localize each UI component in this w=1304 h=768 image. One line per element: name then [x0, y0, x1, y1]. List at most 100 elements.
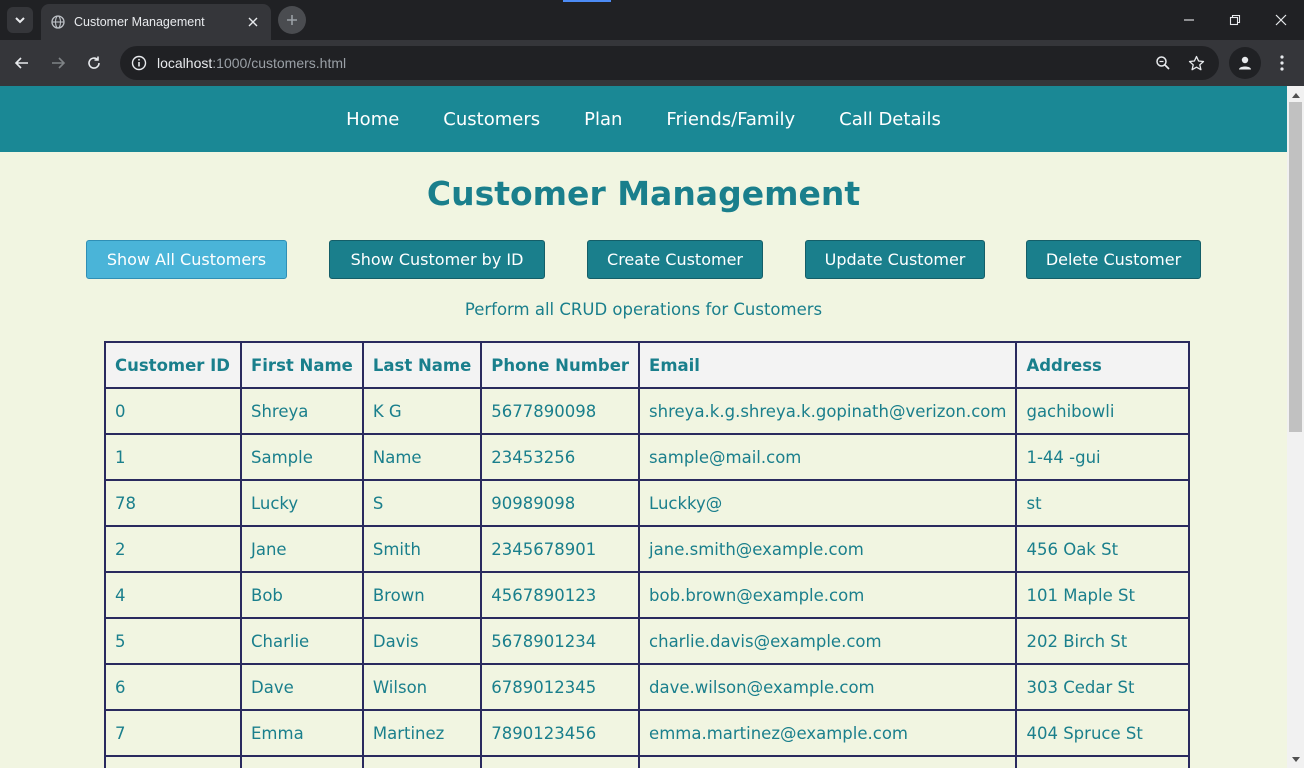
tab-strip: Customer Management: [0, 0, 1304, 40]
show-customer-by-id-button[interactable]: Show Customer by ID: [329, 240, 545, 279]
header-customer-id: Customer ID: [104, 341, 242, 389]
cell-phone-number: 90989098: [480, 479, 641, 527]
browser-menu-button[interactable]: [1268, 48, 1296, 78]
tab-title: Customer Management: [74, 15, 205, 29]
info-icon[interactable]: [122, 46, 156, 80]
more-vert-icon: [1280, 55, 1284, 71]
cell-last-name: Wilson: [361, 663, 483, 711]
table-row: 2 Jane Smith 2345678901 jane.smith@example.c…: [104, 525, 1191, 573]
reload-button[interactable]: [79, 48, 109, 78]
profile-button[interactable]: [1229, 47, 1261, 79]
cell-phone-number: 23453256: [480, 433, 641, 481]
create-customer-button[interactable]: Create Customer: [587, 240, 763, 279]
scrollbar-thumb[interactable]: [1289, 102, 1302, 432]
table-header-row: Customer ID First Name Last Name Phone N…: [104, 341, 1191, 389]
cell-customer-id: 78: [104, 479, 242, 527]
show-all-customers-button[interactable]: Show All Customers: [86, 240, 287, 279]
cell-email: bob.brown@example.com: [638, 571, 1018, 619]
url-host: localhost: [157, 55, 213, 71]
cell-address: 404 Spruce St: [1015, 709, 1191, 757]
cell-customer-id: 0: [104, 387, 242, 435]
cell-email: Luckky@: [638, 479, 1018, 527]
nav-home[interactable]: Home: [346, 109, 399, 130]
table-row: [104, 755, 1191, 768]
nav-friends-family[interactable]: Friends/Family: [666, 109, 795, 130]
browser-tab[interactable]: Customer Management: [41, 4, 271, 40]
chevron-down-icon: [15, 17, 25, 24]
close-icon[interactable]: [245, 14, 261, 30]
restore-icon: [1229, 14, 1241, 26]
table-row: 1 Sample Name 23453256 sample@mail.com 1-44 -…: [104, 433, 1191, 481]
arrow-left-icon: [14, 57, 28, 69]
globe-icon: [51, 15, 65, 29]
vertical-scrollbar[interactable]: [1287, 86, 1304, 768]
customers-table: Customer ID First Name Last Name Phone N…: [104, 341, 1191, 768]
cell-address: 202 Birch St: [1015, 617, 1191, 665]
cell-first-name: Charlie: [240, 617, 364, 665]
person-icon: [1239, 56, 1251, 70]
cell-customer-id: 4: [104, 571, 242, 619]
address-bar[interactable]: localhost:1000/customers.html: [120, 46, 1219, 80]
minimize-button[interactable]: [1166, 0, 1212, 40]
cell-customer-id: 5: [104, 617, 242, 665]
cell-first-name: Dave: [240, 663, 364, 711]
cell-last-name: Smith: [361, 525, 483, 573]
delete-customer-button[interactable]: Delete Customer: [1026, 240, 1201, 279]
cell-address: [1015, 755, 1191, 768]
cell-address: 303 Cedar St: [1015, 663, 1191, 711]
cell-first-name: Shreya: [240, 387, 364, 435]
header-first-name: First Name: [240, 341, 364, 389]
scroll-up-arrow-icon[interactable]: [1287, 86, 1304, 103]
zoom-icon[interactable]: [1148, 48, 1178, 78]
cell-first-name: Lucky: [240, 479, 364, 527]
table-row: 5 Charlie Davis 5678901234 charlie.davis@exa…: [104, 617, 1191, 665]
cell-email: dave.wilson@example.com: [638, 663, 1018, 711]
cell-email: shreya.k.g.shreya.k.gopinath@verizon.com: [638, 387, 1018, 435]
cell-address: 456 Oak St: [1015, 525, 1191, 573]
table-row: 7 Emma Martinez 7890123456 emma.martinez@exa…: [104, 709, 1191, 757]
reload-icon: [88, 56, 100, 69]
restore-button[interactable]: [1212, 0, 1258, 40]
close-window-button[interactable]: [1258, 0, 1304, 40]
cell-last-name: Brown: [361, 571, 483, 619]
cell-email: sample@mail.com: [638, 433, 1018, 481]
tab-search-button[interactable]: [7, 7, 33, 33]
cell-last-name: S: [361, 479, 483, 527]
cell-first-name: Bob: [240, 571, 364, 619]
site-nav: Home Customers Plan Friends/Family Call …: [0, 86, 1287, 152]
cell-phone-number: [480, 755, 641, 768]
table-row: 78 Lucky S 90989098 Luckky@ st: [104, 479, 1191, 527]
cell-address: gachibowli: [1015, 387, 1191, 435]
page-viewport: Home Customers Plan Friends/Family Call …: [0, 86, 1287, 768]
update-customer-button[interactable]: Update Customer: [805, 240, 985, 279]
header-address: Address: [1015, 341, 1191, 389]
nav-customers[interactable]: Customers: [443, 109, 540, 130]
back-button[interactable]: [7, 48, 37, 78]
nav-call-details[interactable]: Call Details: [839, 109, 941, 130]
scroll-down-arrow-icon[interactable]: [1287, 751, 1304, 768]
header-email: Email: [638, 341, 1018, 389]
cell-first-name: [240, 755, 364, 768]
header-phone-number: Phone Number: [480, 341, 641, 389]
cell-address: st: [1015, 479, 1191, 527]
browser-toolbar: localhost:1000/customers.html: [0, 40, 1304, 86]
cell-phone-number: 4567890123: [480, 571, 641, 619]
cell-email: jane.smith@example.com: [638, 525, 1018, 573]
forward-button[interactable]: [43, 48, 73, 78]
bookmark-star-icon[interactable]: [1181, 48, 1211, 78]
page-subtitle: Perform all CRUD operations for Customer…: [464, 300, 823, 319]
cell-email: charlie.davis@example.com: [638, 617, 1018, 665]
cell-first-name: Jane: [240, 525, 364, 573]
cell-first-name: Sample: [240, 433, 364, 481]
nav-plan[interactable]: Plan: [584, 109, 622, 130]
arrow-right-icon: [52, 57, 66, 69]
cell-customer-id: 7: [104, 709, 242, 757]
cell-last-name: Name: [361, 433, 483, 481]
table-row: 4 Bob Brown 4567890123 bob.brown@example.com…: [104, 571, 1191, 619]
cell-address: 1-44 -gui: [1015, 433, 1191, 481]
new-tab-button[interactable]: [278, 6, 306, 34]
close-icon: [1275, 14, 1287, 26]
tab-accent-bar: [563, 0, 611, 2]
cell-customer-id: 2: [104, 525, 242, 573]
cell-phone-number: 5678901234: [480, 617, 641, 665]
